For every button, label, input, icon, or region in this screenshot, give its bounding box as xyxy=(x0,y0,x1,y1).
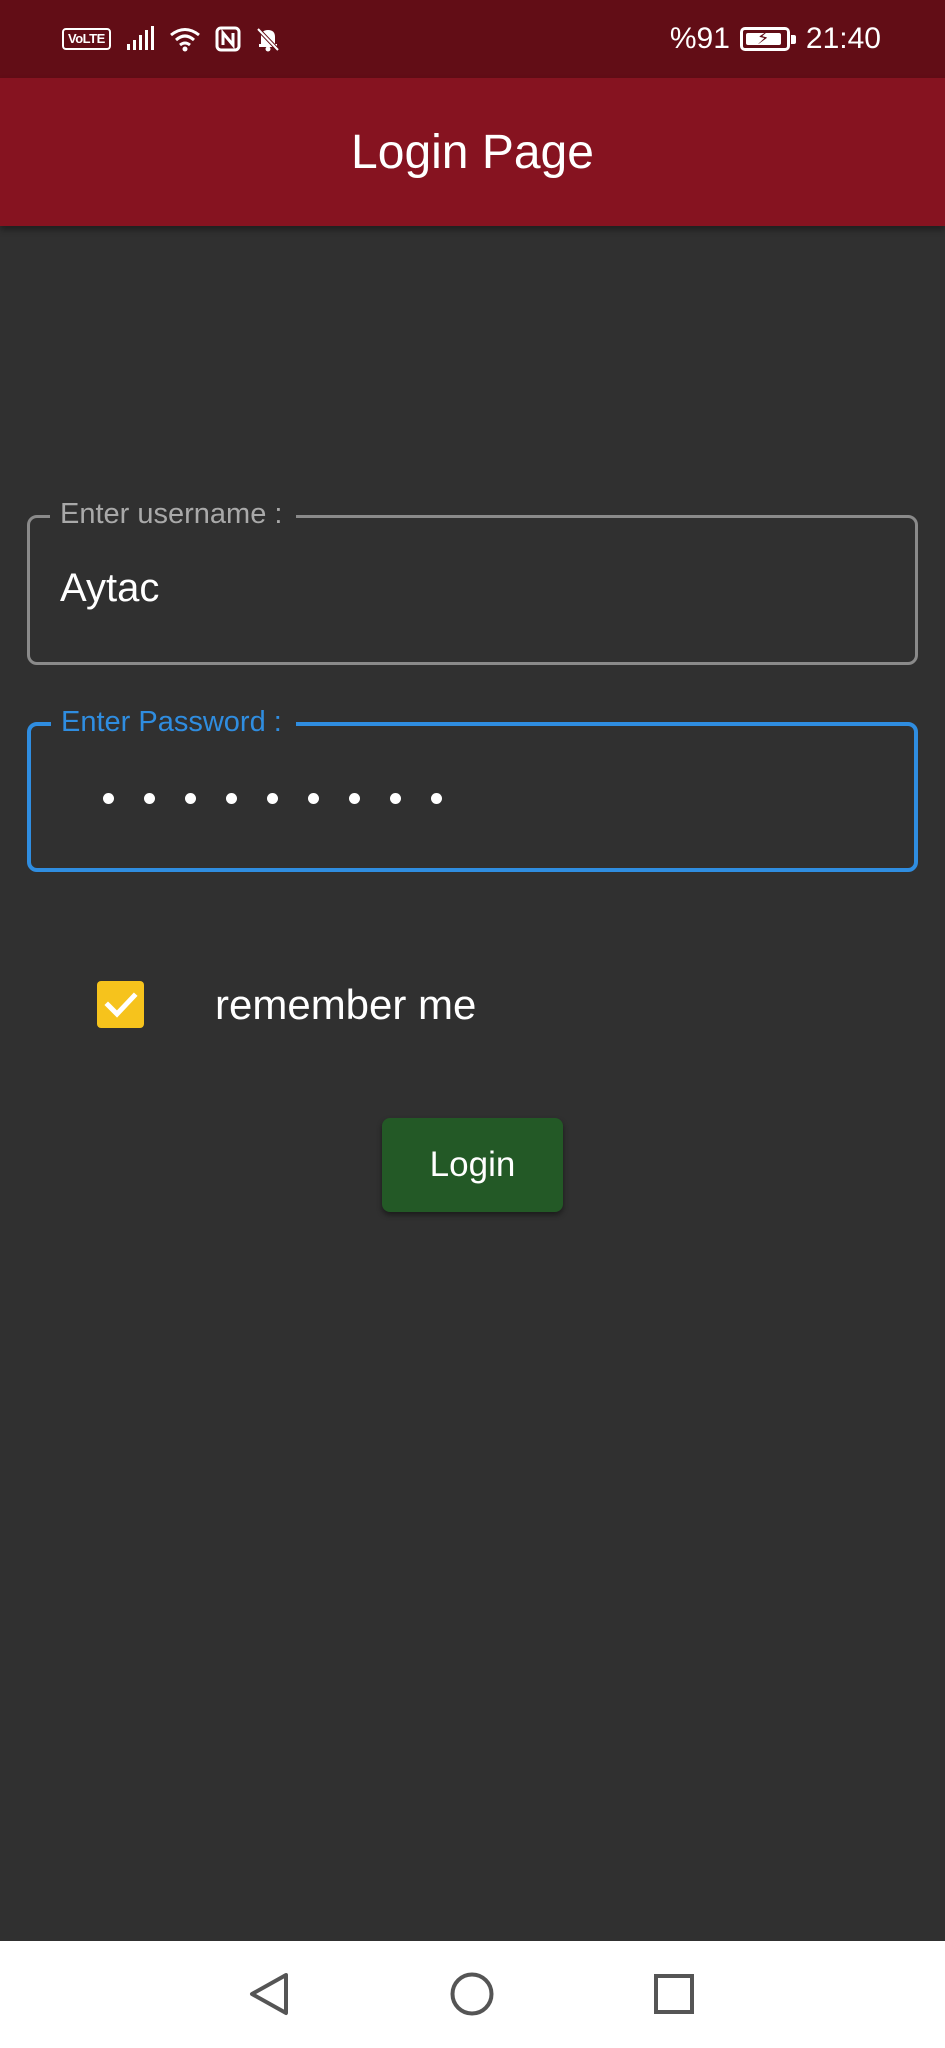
password-field[interactable]: Enter Password : xyxy=(27,705,918,872)
password-dot xyxy=(390,793,401,804)
home-icon[interactable] xyxy=(449,1971,495,2017)
battery-icon: ⚡ xyxy=(739,27,796,51)
navigation-bar xyxy=(0,1941,945,2048)
recents-icon[interactable] xyxy=(651,1971,697,2017)
password-dot xyxy=(431,793,442,804)
password-label: Enter Password : xyxy=(51,705,296,739)
username-field[interactable]: Enter username : Aytac xyxy=(27,497,918,665)
bell-off-icon xyxy=(256,27,280,52)
login-button[interactable]: Login xyxy=(382,1118,563,1212)
volte-badge: VoLTE xyxy=(62,28,111,50)
status-icons-left: VoLTE xyxy=(62,26,281,52)
password-dot xyxy=(185,793,196,804)
password-dot xyxy=(308,793,319,804)
remember-me-checkbox[interactable] xyxy=(97,981,144,1028)
password-dot xyxy=(103,793,114,804)
remember-me-label[interactable]: remember me xyxy=(215,981,476,1029)
username-label: Enter username : xyxy=(50,497,297,531)
status-icons-right: %91 ⚡ 21:40 xyxy=(670,22,881,56)
password-mask[interactable] xyxy=(103,793,442,804)
page-title: Login Page xyxy=(351,125,594,179)
username-value[interactable]: Aytac xyxy=(60,566,159,611)
app-bar: Login Page xyxy=(0,78,945,226)
battery-percent: %91 xyxy=(669,22,730,55)
back-icon[interactable] xyxy=(246,1971,292,2017)
login-button-label: Login xyxy=(429,1145,516,1184)
password-dot xyxy=(349,793,360,804)
wifi-icon xyxy=(169,28,200,52)
password-dot xyxy=(267,793,278,804)
checkmark-icon xyxy=(104,992,138,1018)
nfc-icon xyxy=(215,26,241,52)
charging-bolt-icon: ⚡ xyxy=(756,28,770,48)
password-dot xyxy=(144,793,155,804)
password-dot xyxy=(226,793,237,804)
signal-icon xyxy=(126,26,154,50)
status-bar: VoLTE %91 ⚡ 21:40 xyxy=(0,0,945,78)
clock: 21:40 xyxy=(805,22,881,55)
